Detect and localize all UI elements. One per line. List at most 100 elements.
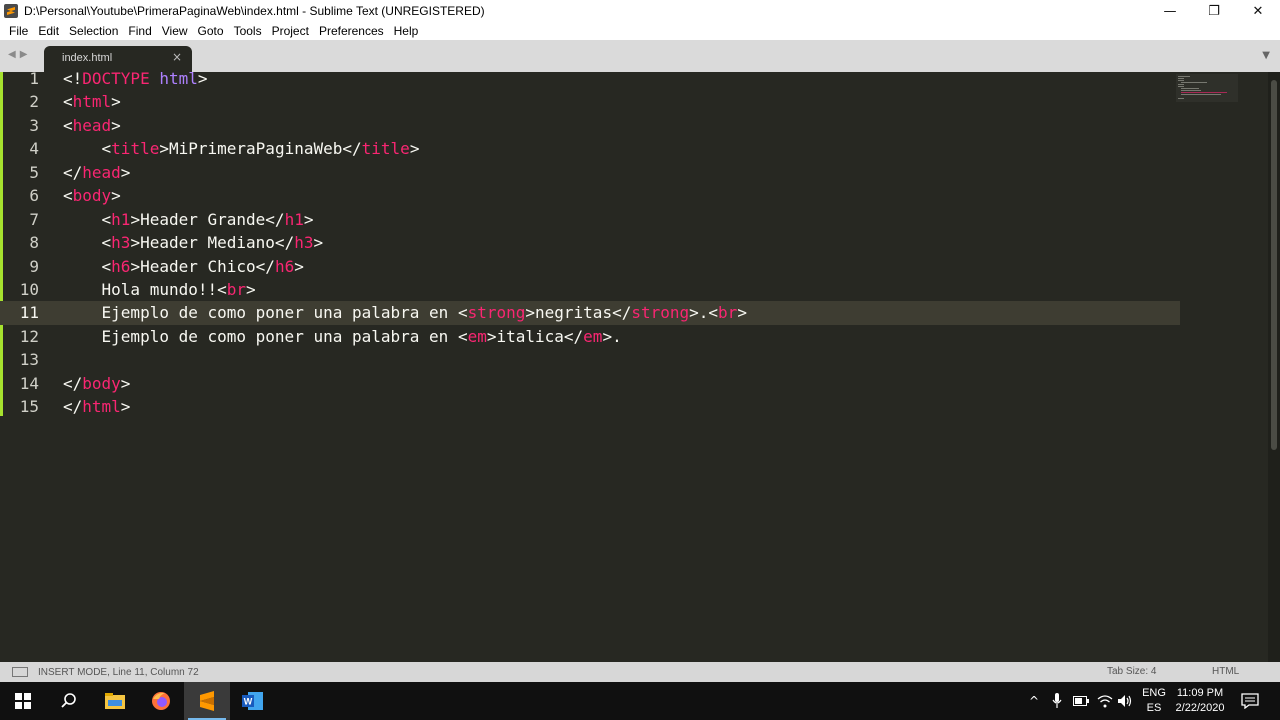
menu-help[interactable]: Help [389,24,424,38]
code-line[interactable]: 7 <h1>Header Grande</h1> [0,208,1180,231]
word-icon: W [242,692,263,710]
code-line[interactable]: 12 Ejemplo de como poner una palabra en … [0,325,1180,348]
code-line[interactable]: 2 <html> [0,90,1180,113]
system-clock[interactable]: 11:09 PM 2/22/2020 [1170,686,1230,716]
code-token: </ [63,397,83,417]
html-tag-name: head [72,115,112,135]
code-line[interactable]: 5 </head> [0,161,1180,184]
code-token: Hola mundo!!< [63,279,227,299]
code-line[interactable]: 6 <body> [0,184,1180,207]
code-token: >Header Chico</ [130,256,275,276]
restore-button[interactable]: ❐ [1192,0,1236,22]
code-token: < [63,256,112,276]
windows-logo-icon [15,693,31,709]
battery-icon[interactable] [1073,696,1089,706]
start-button[interactable] [0,682,46,720]
menu-preferences[interactable]: Preferences [314,24,389,38]
tray-overflow-icon[interactable]: ^ [1029,682,1039,720]
code-text: <h1>Header Grande</h1> [63,208,314,231]
code-line[interactable]: 11 Ejemplo de como poner una palabra en … [0,301,1180,325]
html-tag-name: title [361,139,410,159]
volume-icon[interactable] [1117,694,1133,708]
code-token: > [120,373,131,393]
tab-size-indicator[interactable]: Tab Size: 4 [1107,666,1156,677]
code-text: <body> [63,184,121,207]
menu-edit[interactable]: Edit [33,24,64,38]
line-number: 2 [29,92,39,112]
code-token: > [409,139,420,159]
line-number: 6 [29,186,39,206]
code-text: </html> [63,395,130,418]
line-number: 14 [19,373,39,393]
line-number: 7 [29,209,39,229]
code-line[interactable]: 4 <title>MiPrimeraPaginaWeb</title> [0,137,1180,160]
code-line[interactable]: 9 <h6>Header Chico</h6> [0,255,1180,278]
code-token: > [294,256,304,276]
code-token: </ [63,373,83,393]
menu-project[interactable]: Project [267,24,314,38]
code-token: >Header Grande</ [130,209,285,229]
code-editor[interactable]: 1 <!DOCTYPE html> 2 <html> 3 <head> 4 <title>M… [0,69,1280,662]
code-line[interactable]: 15 </html> [0,395,1180,418]
tab-close-icon[interactable]: × [172,50,182,64]
code-line[interactable]: 13 [0,348,1180,371]
close-button[interactable]: ✕ [1236,0,1280,22]
status-mode: INSERT MODE, Line 11, Column 72 [38,666,199,678]
code-text: </head> [63,161,130,184]
code-token: >.< [689,303,719,323]
firefox-button[interactable] [138,682,184,720]
html-tag-name: h1 [111,209,131,229]
scrollbar-thumb[interactable] [1271,80,1277,450]
code-token: <! [63,69,83,88]
code-token: > [111,186,121,206]
search-button[interactable] [46,682,92,720]
menu-tools[interactable]: Tools [229,24,267,38]
code-line[interactable]: 3 <head> [0,114,1180,137]
code-token: > [197,69,208,88]
svg-text:W: W [244,697,253,707]
minimize-button[interactable]: — [1148,0,1192,22]
minimap[interactable] [1176,74,1238,102]
code-line[interactable]: 1 <!DOCTYPE html> [0,67,1180,90]
wifi-icon[interactable] [1097,694,1113,708]
html-tag-name: h3 [294,233,314,253]
html-tag-name: h6 [274,256,295,276]
word-button[interactable]: W [230,682,276,720]
sublime-text-taskbar-button[interactable] [184,682,230,720]
code-lines[interactable]: 1 <!DOCTYPE html> 2 <html> 3 <head> 4 <title>M… [0,67,1180,419]
menu-file[interactable]: File [4,24,33,38]
line-number: 3 [29,115,39,135]
file-explorer-button[interactable] [92,682,138,720]
menu-view[interactable]: View [157,24,193,38]
code-token: > [120,397,131,417]
code-token: Ejemplo de como poner una palabra en < [63,326,468,346]
menu-goto[interactable]: Goto [193,24,229,38]
code-token: >Header Mediano</ [130,233,295,253]
code-line[interactable]: 14 </body> [0,372,1180,395]
vertical-scrollbar[interactable] [1268,72,1280,662]
clock-time: 11:09 PM [1176,687,1224,699]
language-indicator[interactable]: ENG ES [1141,686,1167,716]
code-text: Ejemplo de como poner una palabra en <em… [63,325,622,348]
line-number: 11 [19,303,39,323]
code-token: > [111,115,121,135]
menu-find[interactable]: Find [123,24,156,38]
html-tag-name: br [718,303,738,323]
syntax-indicator[interactable]: HTML [1212,666,1239,677]
notifications-icon[interactable] [1241,693,1259,709]
windows-taskbar: W ^ ENG ES 11:09 PM 2/22/2020 [0,682,1280,720]
tab-dropdown-icon[interactable]: ▼ [1262,50,1270,61]
menu-selection[interactable]: Selection [64,24,123,38]
line-number: 8 [29,233,39,253]
code-token: < [63,186,73,206]
code-text: <html> [63,90,121,113]
html-tag-name: h6 [111,256,131,276]
microphone-icon[interactable] [1052,693,1062,709]
panel-toggle-icon[interactable] [12,667,28,677]
tab-nav-arrows-icon[interactable]: ◀▶ [8,49,31,60]
code-line[interactable]: 10 Hola mundo!!<br> [0,278,1180,301]
code-token: > [303,209,314,229]
code-line[interactable]: 8 <h3>Header Mediano</h3> [0,231,1180,254]
line-number: 10 [19,279,39,299]
